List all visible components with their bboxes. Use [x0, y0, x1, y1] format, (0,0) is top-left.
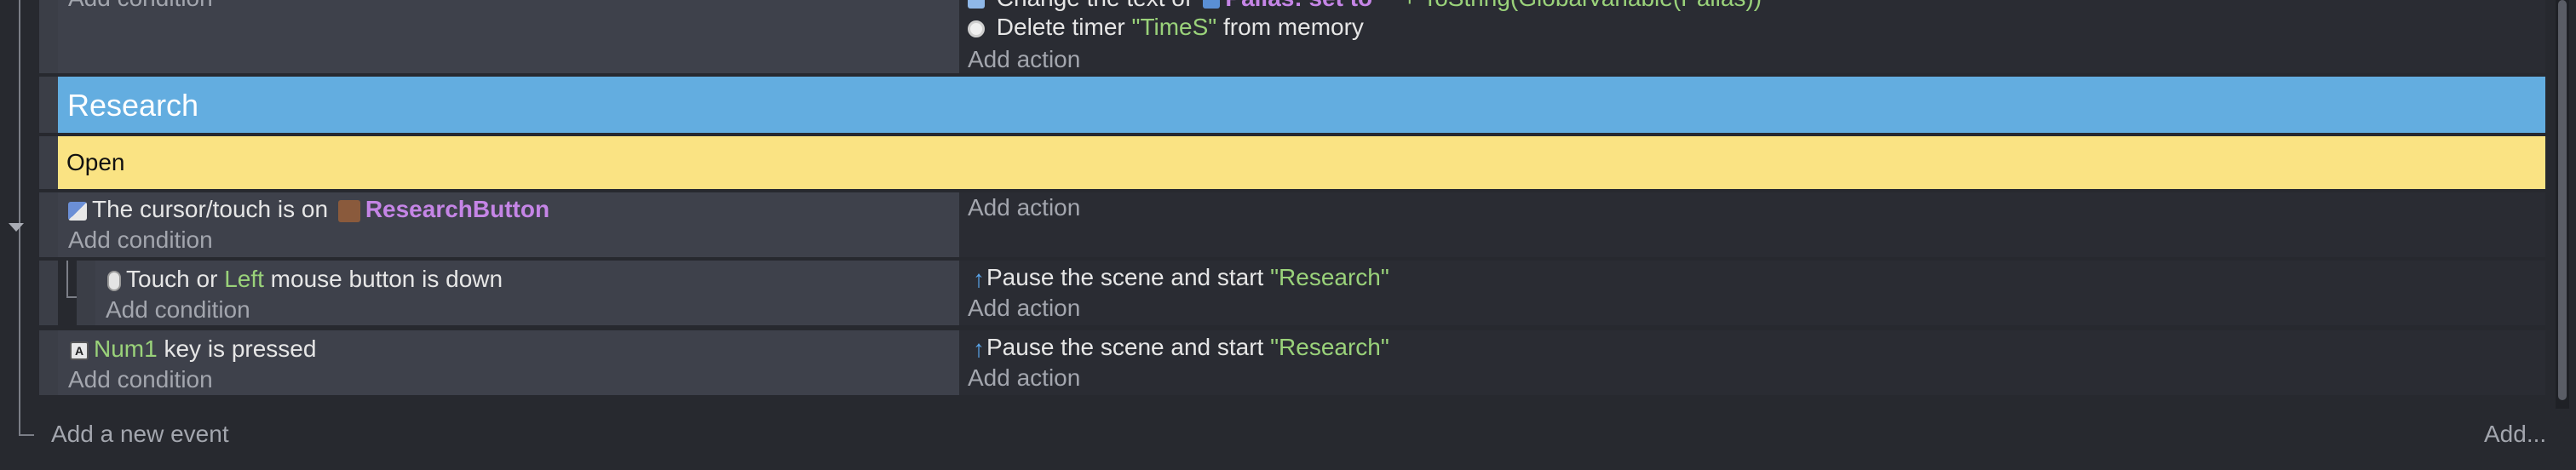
text-object-icon — [968, 0, 985, 9]
add-condition-link[interactable]: Add condition — [68, 0, 213, 14]
add-action-link[interactable]: Add action — [968, 192, 1080, 223]
up-arrow-icon: ↑ — [973, 335, 985, 362]
add-condition-link[interactable]: Add condition — [106, 295, 250, 325]
add-new-event-link[interactable]: Add a new event — [51, 419, 229, 450]
event2-actions[interactable]: ↑Pause the scene and start "Research" Ad… — [959, 330, 2545, 395]
research-button-object-icon — [337, 199, 360, 222]
add-more-button[interactable]: Add... — [2484, 419, 2546, 450]
add-condition-link[interactable]: Add condition — [68, 364, 213, 395]
mouse-icon — [107, 270, 121, 291]
timer-icon — [968, 20, 985, 37]
action-set-to: set to — [1308, 0, 1372, 11]
tree-guide-main — [19, 0, 20, 436]
condition-object-name: ResearchButton — [365, 196, 550, 222]
event1-actions[interactable]: Add action — [959, 192, 2545, 257]
add-action-link[interactable]: Add action — [968, 293, 1080, 324]
subevent-gutter — [39, 261, 58, 325]
subevent-conditions[interactable]: Touch or Left mouse button is down Add c… — [95, 261, 959, 325]
group-header[interactable]: Research — [58, 77, 2545, 133]
prev-event-gutter — [39, 0, 58, 73]
comment-gutter — [39, 136, 58, 189]
vertical-scrollbar[interactable] — [2556, 0, 2569, 409]
cursor-icon — [68, 201, 87, 221]
group-gutter — [39, 77, 58, 133]
scrollbar-thumb[interactable] — [2558, 0, 2567, 400]
group-title: Research — [67, 88, 199, 123]
comment-block[interactable]: Open — [58, 136, 2545, 189]
tree-guide-footer — [19, 434, 34, 436]
action-delete-timer[interactable]: Delete timer "TimeS" from memory — [968, 12, 1364, 43]
add-condition-link[interactable]: Add condition — [68, 225, 213, 255]
subevent-indent — [77, 261, 95, 325]
event2-conditions[interactable]: A Num1 key is pressed Add condition — [58, 330, 959, 395]
subevent-guide — [66, 261, 68, 298]
mouse-button-value: Left — [224, 266, 264, 292]
event2-gutter — [39, 330, 58, 395]
add-action-link[interactable]: Add action — [968, 44, 1080, 75]
key-value: Num1 — [94, 335, 158, 362]
up-arrow-icon: ↑ — [973, 265, 985, 292]
add-action-link[interactable]: Add action — [968, 363, 1080, 393]
event1-gutter — [39, 192, 58, 257]
pallas-object-icon — [1203, 0, 1221, 9]
scene-name: "Research" — [1270, 264, 1389, 290]
scene-name: "Research" — [1270, 334, 1389, 360]
action-object-name: Pallas: — [1225, 0, 1302, 11]
subevent-actions[interactable]: ↑Pause the scene and start "Research" Ad… — [959, 261, 2545, 325]
prev-event-actions[interactable]: Change the text of Pallas: set to "" + T… — [959, 0, 2545, 73]
action-pause-scene[interactable]: ↑Pause the scene and start "Research" — [973, 262, 1389, 295]
keyboard-key-icon: A — [70, 341, 89, 360]
collapse-arrow-icon[interactable] — [9, 223, 24, 232]
prev-event-conditions[interactable]: Add condition — [58, 0, 959, 73]
condition-mouse-button-down[interactable]: Touch or Left mouse button is down — [107, 264, 503, 295]
action-pause-scene[interactable]: ↑Pause the scene and start "Research" — [973, 332, 1389, 364]
subevent-guide-h — [66, 296, 77, 298]
event1-conditions[interactable]: The cursor/touch is on ResearchButton Ad… — [58, 192, 959, 257]
condition-key-pressed[interactable]: A Num1 key is pressed — [70, 334, 316, 364]
condition-cursor-on-object[interactable]: The cursor/touch is on ResearchButton — [68, 194, 549, 225]
action-expression: "" + ToString(GlobalVariable(Pallas)) — [1379, 0, 1762, 11]
comment-text: Open — [66, 149, 125, 175]
